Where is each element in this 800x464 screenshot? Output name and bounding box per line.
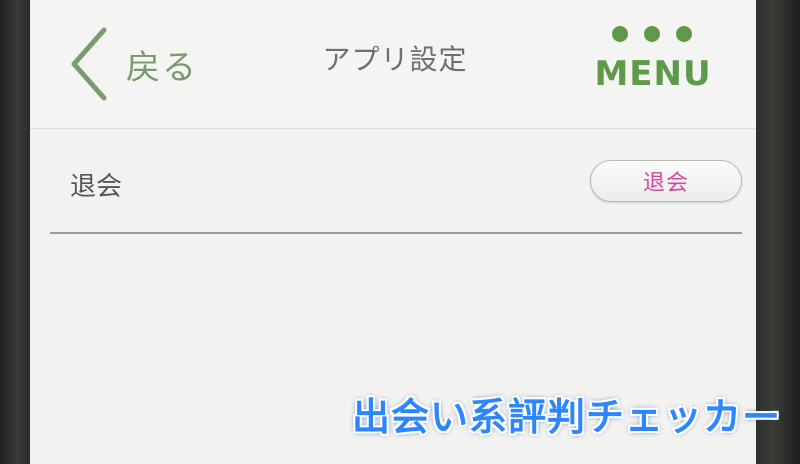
chevron-left-icon [71, 27, 107, 101]
withdraw-button[interactable]: 退会 [590, 160, 742, 202]
menu-dot [676, 26, 692, 42]
menu-label: MENU [594, 54, 712, 94]
menu-dot [644, 26, 660, 42]
menu-dot [612, 26, 628, 42]
back-button[interactable]: 戻る [68, 24, 228, 104]
back-label: 戻る [126, 47, 198, 88]
setting-row-withdraw: 退会 退会 [50, 130, 742, 234]
page-title: アプリ設定 [322, 43, 468, 76]
device-bezel-left [0, 0, 30, 464]
navigation-bar: 戻る アプリ設定 MENU [30, 0, 756, 129]
menu-button[interactable]: MENU [588, 22, 718, 102]
setting-row-label: 退会 [70, 172, 123, 202]
three-dots-icon [612, 26, 692, 46]
watermark-text: 出会い系評判チェッカー [352, 395, 782, 439]
